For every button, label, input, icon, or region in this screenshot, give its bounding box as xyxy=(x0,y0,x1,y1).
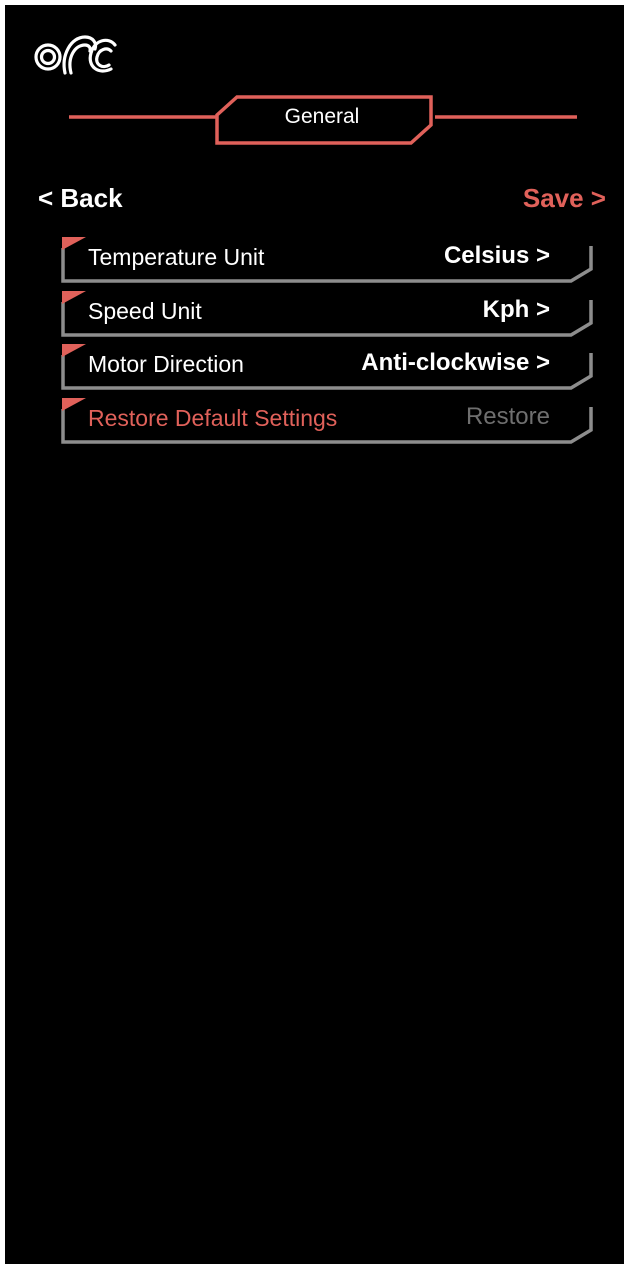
corner-flag-icon xyxy=(62,291,86,304)
settings-screen: General < Back Save > Temperature Unit C… xyxy=(5,5,624,1264)
setting-label: Motor Direction xyxy=(88,351,244,377)
setting-row-temperature-unit[interactable]: Temperature Unit Celsius > xyxy=(61,236,595,284)
save-button[interactable]: Save > xyxy=(523,181,606,215)
setting-row-speed-unit[interactable]: Speed Unit Kph > xyxy=(61,290,595,338)
corner-flag-icon xyxy=(62,344,86,357)
setting-value[interactable]: Celsius > xyxy=(444,241,550,271)
back-button[interactable]: < Back xyxy=(38,181,123,215)
page-title: General xyxy=(284,105,360,128)
corner-flag-icon xyxy=(62,237,86,250)
setting-label: Speed Unit xyxy=(88,298,202,324)
setting-row-motor-direction[interactable]: Motor Direction Anti-clockwise > xyxy=(61,343,595,391)
setting-row-restore-defaults[interactable]: Restore Default Settings Restore xyxy=(61,397,595,445)
setting-value[interactable]: Kph > xyxy=(483,295,550,325)
restore-button[interactable]: Restore xyxy=(466,402,550,432)
corner-flag-icon xyxy=(62,398,86,411)
setting-label: Restore Default Settings xyxy=(88,405,338,431)
setting-value[interactable]: Anti-clockwise > xyxy=(361,348,550,378)
brand-logo-icon xyxy=(34,35,117,75)
setting-label: Temperature Unit xyxy=(88,244,265,270)
